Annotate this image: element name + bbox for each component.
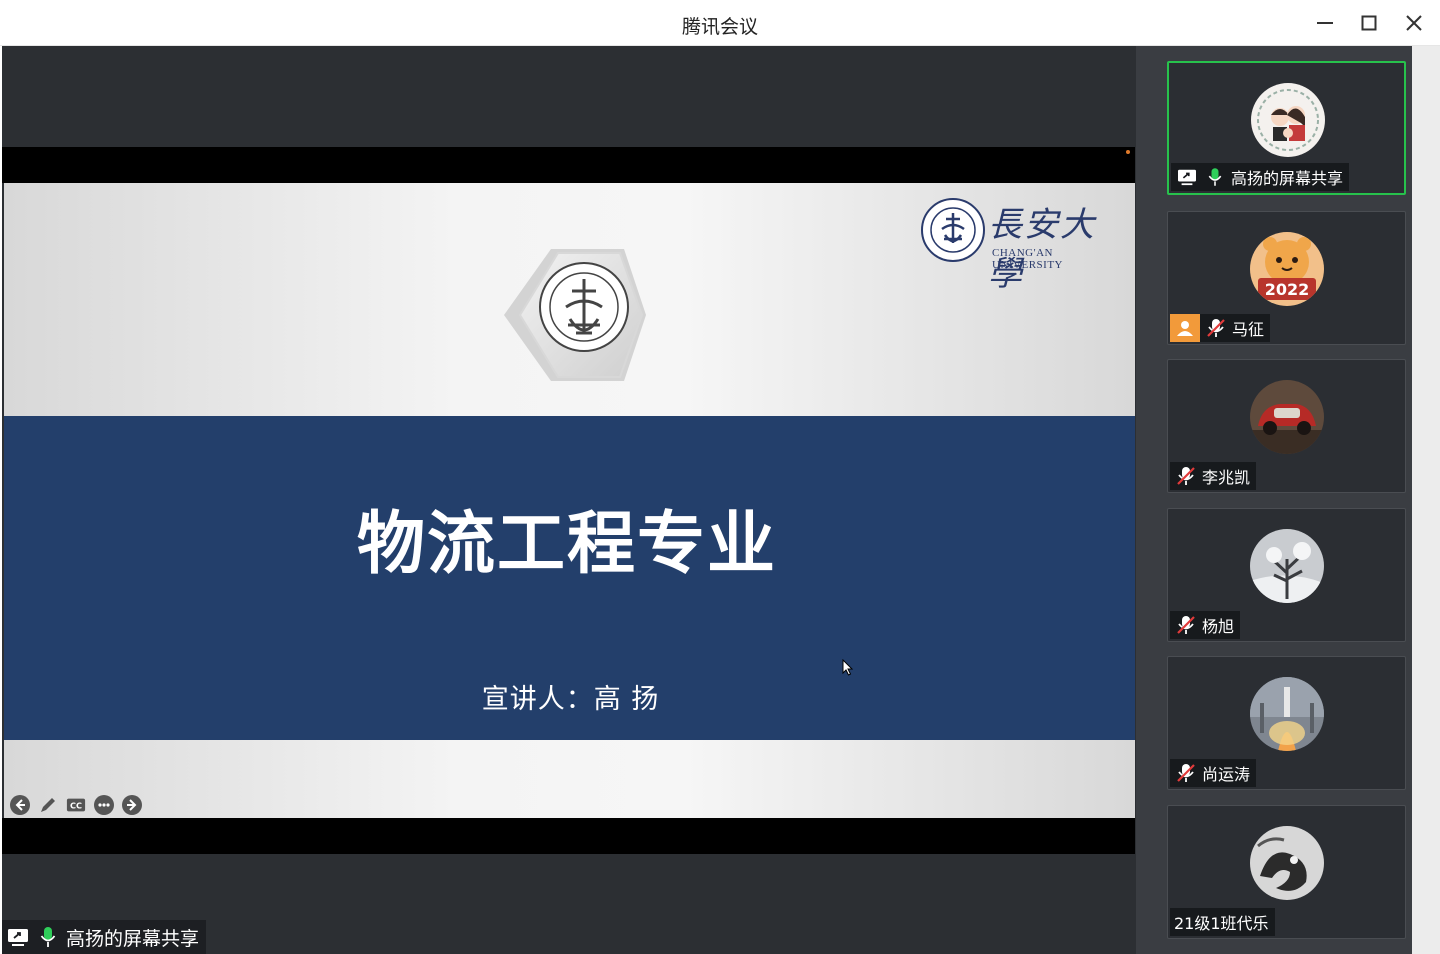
couple-cartoon-avatar-icon <box>1251 83 1325 157</box>
microphone-muted-icon <box>1204 316 1228 340</box>
avatar <box>1250 677 1324 751</box>
screen-share-label: 高扬的屏幕共享 <box>2 920 206 954</box>
participant-label: 尚运涛 <box>1170 759 1257 787</box>
rocket-launch-avatar-icon <box>1250 677 1324 751</box>
red-car-avatar-icon <box>1250 380 1324 454</box>
participant-name: 21级1班代乐 <box>1174 914 1269 933</box>
university-seal-icon <box>921 198 985 262</box>
slide-toolbar: CC <box>10 795 142 815</box>
university-name-cn: 長安大學 <box>988 205 1096 294</box>
dragon-ink-avatar-icon <box>1250 826 1324 900</box>
mouse-cursor-icon <box>842 659 854 676</box>
avatar: 2022 <box>1250 232 1324 306</box>
participant-name: 杨旭 <box>1202 617 1235 636</box>
minimize-icon <box>1317 22 1333 24</box>
slide-presenter: 宣讲人：高 扬 <box>481 684 660 715</box>
panel-scrollbar[interactable] <box>1412 46 1440 954</box>
participant-tile[interactable]: 21级1班代乐 <box>1167 805 1406 939</box>
title-bar: 腾讯会议 <box>0 0 1440 46</box>
captions-icon: CC <box>66 798 86 812</box>
participant-tile[interactable]: 杨旭 <box>1167 508 1406 642</box>
screen-share-view[interactable]: 長安大學 CHANG'AN UNIVERSITY 物流工程专业 宣讲人：高 扬 … <box>2 46 1136 954</box>
window-title: 腾讯会议 <box>681 16 758 38</box>
avatar <box>1250 826 1324 900</box>
svg-text:CC: CC <box>70 801 82 811</box>
previous-slide-button[interactable] <box>10 795 30 815</box>
participant-tile[interactable]: 尚运涛 <box>1167 656 1406 790</box>
university-emblem-icon <box>504 249 646 381</box>
microphone-muted-icon <box>1174 761 1198 785</box>
participant-label: 高扬的屏幕共享 <box>1171 163 1350 191</box>
participant-tile[interactable]: 高扬的屏幕共享 <box>1167 61 1406 195</box>
participant-tile[interactable]: 李兆凯 <box>1167 359 1406 493</box>
arrow-left-icon <box>15 799 25 811</box>
avatar <box>1250 529 1324 603</box>
snow-tree-avatar-icon <box>1250 529 1324 603</box>
tiger-year-text: 2022 <box>1265 280 1310 299</box>
close-button[interactable] <box>1401 10 1427 36</box>
screen-share-icon <box>6 925 30 949</box>
participant-label: 李兆凯 <box>1170 462 1257 490</box>
participant-label: 杨旭 <box>1170 611 1241 639</box>
avatar <box>1251 83 1325 157</box>
more-options-button[interactable] <box>94 795 114 815</box>
microphone-on-icon <box>1203 165 1227 189</box>
participant-label: 21级1班代乐 <box>1170 908 1275 936</box>
screen-share-icon <box>1175 165 1199 189</box>
participant-name: 马征 <box>1232 320 1265 339</box>
university-logo: 長安大學 CHANG'AN UNIVERSITY <box>920 197 1125 294</box>
letterbox-bottom <box>2 818 1135 854</box>
participant-name: 尚运涛 <box>1202 765 1251 784</box>
avatar <box>1250 380 1324 454</box>
maximize-icon <box>1361 15 1377 31</box>
microphone-muted-icon <box>1174 613 1198 637</box>
microphone-muted-icon <box>1174 464 1198 488</box>
subtitles-button[interactable]: CC <box>66 795 86 815</box>
screen-share-owner: 高扬的屏幕共享 <box>66 927 200 950</box>
letterbox-top <box>2 147 1135 183</box>
minimize-button[interactable] <box>1312 10 1338 36</box>
person-icon <box>1170 314 1200 342</box>
participant-tile[interactable]: 2022 马征 <box>1167 211 1406 345</box>
close-icon <box>1406 15 1422 31</box>
pen-tool-button[interactable] <box>38 795 58 815</box>
slide-main-title: 物流工程专业 <box>356 505 777 584</box>
participant-panel: 高扬的屏幕共享 2022 马征 李兆凯 杨旭 尚运涛 21级1班代乐 <box>1136 46 1440 954</box>
next-slide-button[interactable] <box>122 795 142 815</box>
participant-name: 李兆凯 <box>1202 468 1251 487</box>
more-dots-icon <box>98 803 110 807</box>
maximize-button[interactable] <box>1356 10 1382 36</box>
status-dot <box>1126 150 1130 154</box>
arrow-right-icon <box>127 799 137 811</box>
microphone-on-icon <box>36 925 60 949</box>
pencil-icon <box>41 798 55 812</box>
presentation-slide: 長安大學 CHANG'AN UNIVERSITY 物流工程专业 宣讲人：高 扬 … <box>4 183 1135 818</box>
university-name-en: CHANG'AN UNIVERSITY <box>992 247 1063 271</box>
participant-label: 马征 <box>1170 314 1271 342</box>
participant-name: 高扬的屏幕共享 <box>1231 169 1344 188</box>
tiger-2022-avatar-icon: 2022 <box>1250 232 1324 306</box>
